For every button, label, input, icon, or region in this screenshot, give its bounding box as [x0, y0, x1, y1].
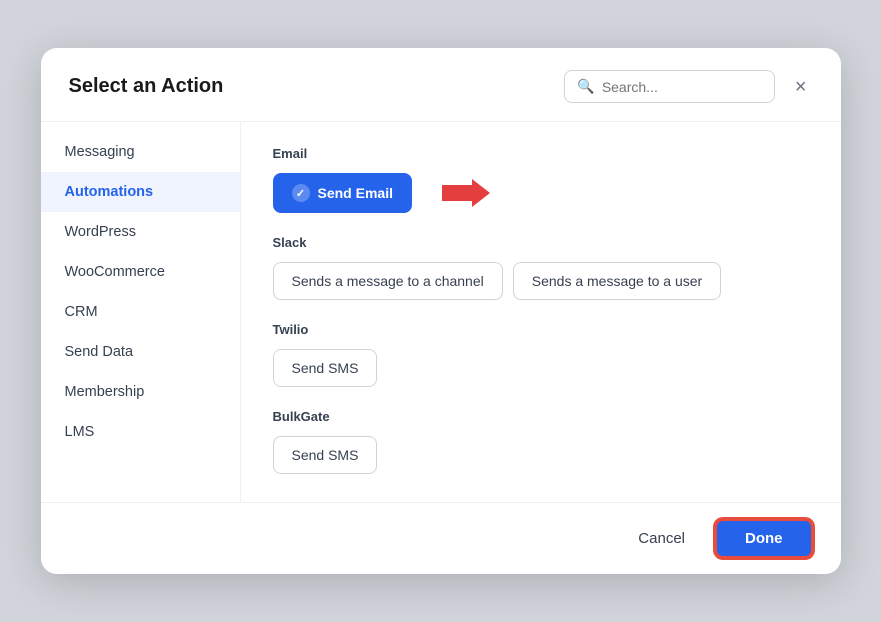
twilio-sms-label: Send SMS	[292, 360, 359, 376]
sidebar-item-woocommerce[interactable]: WooCommerce	[41, 252, 240, 292]
search-icon: 🔍	[577, 78, 594, 95]
twilio-sms-button[interactable]: Send SMS	[273, 349, 378, 387]
send-email-label: Send Email	[318, 185, 393, 201]
red-arrow-svg	[422, 175, 492, 211]
twilio-actions: Send SMS	[273, 349, 809, 387]
check-icon: ✓	[292, 184, 310, 202]
modal-footer: Cancel Done	[41, 502, 841, 574]
sidebar-item-send-data[interactable]: Send Data	[41, 332, 240, 372]
bulkgate-sms-label: Send SMS	[292, 447, 359, 463]
section-label-bulkgate: BulkGate	[273, 409, 809, 424]
slack-actions: Sends a message to a channel Sends a mes…	[273, 262, 809, 300]
slack-user-label: Sends a message to a user	[532, 273, 702, 289]
sidebar-item-messaging[interactable]: Messaging	[41, 132, 240, 172]
slack-user-button[interactable]: Sends a message to a user	[513, 262, 721, 300]
send-email-row: ✓ Send Email	[273, 173, 809, 213]
slack-channel-button[interactable]: Sends a message to a channel	[273, 262, 503, 300]
modal-title: Select an Action	[69, 75, 224, 98]
close-button[interactable]: ×	[789, 75, 813, 99]
bulkgate-sms-button[interactable]: Send SMS	[273, 436, 378, 474]
header-right: 🔍 ×	[564, 70, 812, 103]
modal: Select an Action 🔍 × Messaging Automatio…	[41, 48, 841, 574]
sidebar-item-lms[interactable]: LMS	[41, 412, 240, 452]
done-button[interactable]: Done	[715, 519, 813, 558]
section-label-twilio: Twilio	[273, 322, 809, 337]
content-area: Email ✓ Send Email Slack Sends a message…	[241, 122, 841, 502]
search-input[interactable]	[602, 79, 762, 95]
bulkgate-actions: Send SMS	[273, 436, 809, 474]
arrow-indicator	[422, 175, 492, 211]
sidebar-item-membership[interactable]: Membership	[41, 372, 240, 412]
send-email-button[interactable]: ✓ Send Email	[273, 173, 412, 213]
modal-body: Messaging Automations WordPress WooComme…	[41, 122, 841, 502]
modal-header: Select an Action 🔍 ×	[41, 48, 841, 122]
sidebar: Messaging Automations WordPress WooComme…	[41, 122, 241, 502]
cancel-button[interactable]: Cancel	[620, 521, 703, 556]
slack-channel-label: Sends a message to a channel	[292, 273, 484, 289]
section-label-slack: Slack	[273, 235, 809, 250]
search-box: 🔍	[564, 70, 774, 103]
section-label-email: Email	[273, 146, 809, 161]
sidebar-item-wordpress[interactable]: WordPress	[41, 212, 240, 252]
sidebar-item-crm[interactable]: CRM	[41, 292, 240, 332]
sidebar-item-automations[interactable]: Automations	[41, 172, 240, 212]
